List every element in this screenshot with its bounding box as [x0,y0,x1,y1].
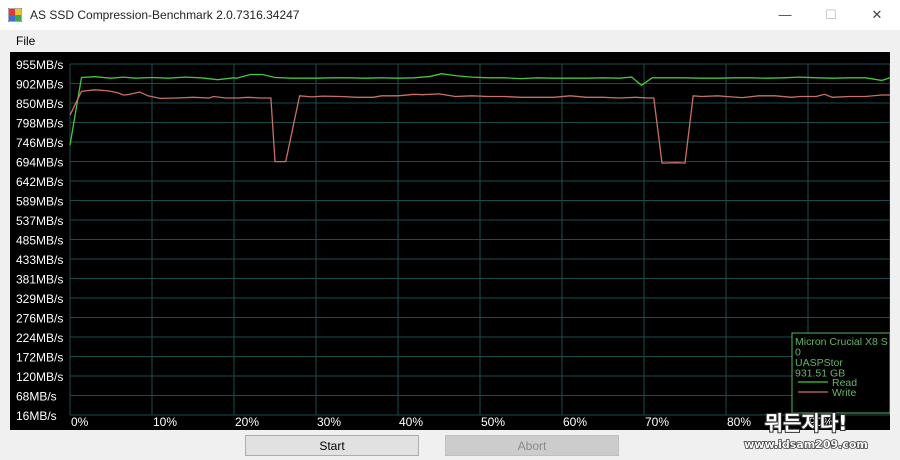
site-watermark: 뭐든지다! www.idsam209.com [743,410,868,452]
y-tick-label: 850MB/s [16,97,63,111]
minimize-button[interactable]: — [762,0,808,30]
y-tick-label: 589MB/s [16,195,63,209]
menu-file[interactable]: File [16,34,35,48]
x-tick-label: 10% [153,415,177,429]
y-tick-label: 276MB/s [16,312,63,326]
x-tick-label: 70% [645,415,669,429]
x-tick-label: 20% [235,415,259,429]
abort-button[interactable]: Abort [445,435,619,456]
window-title: AS SSD Compression-Benchmark 2.0.7316.34… [30,8,300,22]
start-button[interactable]: Start [245,435,419,456]
legend-device-line: Micron Crucial X8 S [795,336,888,348]
y-tick-label: 955MB/s [16,58,63,72]
y-tick-label: 433MB/s [16,253,63,267]
y-tick-label: 746MB/s [16,136,63,150]
y-tick-label: 642MB/s [16,175,63,189]
menu-bar: File [0,30,900,52]
y-tick-label: 329MB/s [16,292,63,306]
y-tick-label: 694MB/s [16,156,63,170]
close-button[interactable]: ✕ [854,0,900,30]
y-tick-label: 798MB/s [16,117,63,131]
y-tick-label: 16MB/s [16,409,57,423]
watermark-url: www.idsam209.com [744,438,868,451]
y-tick-label: 485MB/s [16,234,63,248]
y-tick-label: 224MB/s [16,331,63,345]
y-tick-label: 381MB/s [16,273,63,287]
y-tick-label: 120MB/s [16,370,63,384]
maximize-button[interactable]: ☐ [808,0,854,30]
y-tick-label: 902MB/s [16,78,63,92]
watermark-logo-text: 뭐든지다! [765,411,848,435]
y-tick-label: 537MB/s [16,214,63,228]
title-bar: AS SSD Compression-Benchmark 2.0.7316.34… [0,0,900,30]
x-tick-label: 0% [71,415,89,429]
y-tick-label: 68MB/s [16,390,57,404]
x-tick-label: 30% [317,415,341,429]
legend-write-label: Write [832,387,856,399]
x-tick-label: 50% [481,415,505,429]
benchmark-chart: 955MB/s 902MB/s 850MB/s 798MB/s 746MB/s 694MB… [16,58,890,429]
app-icon [8,8,22,22]
x-tick-label: 60% [563,415,587,429]
x-tick-label: 40% [399,415,423,429]
chart-legend: Micron Crucial X8 S0UASPStor931.51 GBRea… [791,332,890,414]
y-tick-label: 172MB/s [16,351,63,365]
benchmark-chart-panel: 955MB/s 902MB/s 850MB/s 798MB/s 746MB/s 694MB… [10,52,890,430]
